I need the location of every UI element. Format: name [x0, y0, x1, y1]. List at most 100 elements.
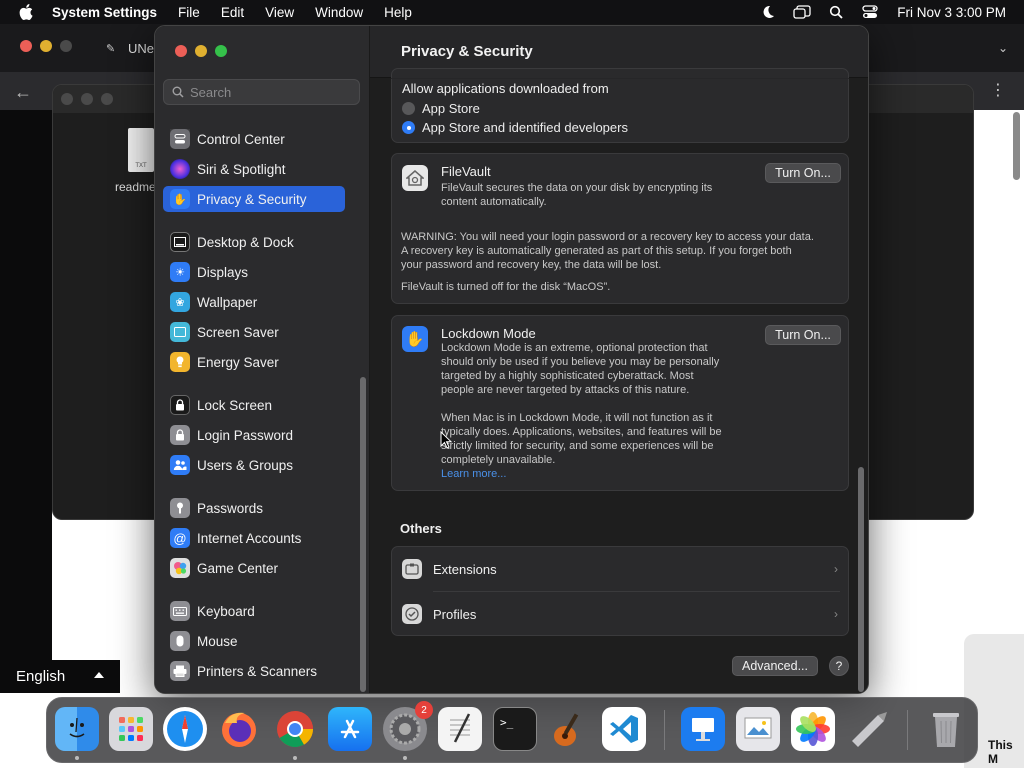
others-section-title: Others	[400, 521, 442, 536]
radio-on-icon[interactable]	[402, 121, 415, 134]
search-input[interactable]	[190, 84, 350, 100]
energy-saver-icon	[170, 352, 190, 372]
sidebar-item-label: Energy Saver	[197, 354, 279, 370]
menu-file[interactable]: File	[178, 5, 200, 20]
sidebar-item-passwords[interactable]: Passwords	[163, 495, 345, 521]
dark-mode-icon[interactable]	[759, 3, 777, 21]
sidebar-item-siri-spotlight[interactable]: Siri & Spotlight	[163, 156, 345, 182]
mouse-icon	[170, 631, 190, 651]
finder-close-button[interactable]	[61, 93, 73, 105]
allow-apps-label: Allow applications downloaded from	[402, 81, 609, 96]
menu-edit[interactable]: Edit	[221, 5, 244, 20]
sidebar-item-label: Wallpaper	[197, 294, 258, 310]
sidebar-item-internet-accounts[interactable]: @ Internet Accounts	[163, 525, 345, 551]
dock-terminal-icon[interactable]: >_	[493, 707, 537, 751]
tab-search-chevron-icon[interactable]: ⌄	[998, 41, 1008, 55]
sidebar-item-energy-saver[interactable]: Energy Saver	[163, 349, 345, 375]
menu-clock[interactable]: Fri Nov 3 3:00 PM	[897, 5, 1006, 20]
filevault-house-icon	[402, 165, 428, 191]
sidebar-item-wallpaper[interactable]: ❀ Wallpaper	[163, 289, 345, 315]
dock-system-settings-icon[interactable]: 2	[383, 701, 433, 751]
menu-help[interactable]: Help	[384, 5, 412, 20]
dock-textedit-icon[interactable]	[438, 707, 482, 751]
mouse-cursor-icon	[440, 430, 453, 452]
settings-badge: 2	[415, 701, 433, 719]
radio-off-icon[interactable]	[402, 102, 415, 115]
sidebar-item-login-password[interactable]: Login Password	[163, 422, 345, 448]
file-label[interactable]: readme	[115, 180, 156, 194]
back-arrow-icon[interactable]: ←	[14, 82, 32, 103]
profiles-row[interactable]: Profiles ›	[392, 592, 848, 636]
dock-finder-icon[interactable]	[55, 707, 99, 751]
window-zoom-button[interactable]	[215, 45, 227, 57]
dock-icon	[170, 232, 190, 252]
dock-trash-icon[interactable]	[924, 707, 968, 751]
menu-window[interactable]: Window	[315, 5, 363, 20]
sidebar-item-game-center[interactable]: Game Center	[163, 555, 345, 581]
browser-minimize-button[interactable]	[40, 40, 52, 52]
dock-safari-icon[interactable]	[163, 707, 207, 751]
sidebar-item-screen-saver[interactable]: Screen Saver	[163, 319, 345, 345]
game-center-icon	[170, 558, 190, 578]
dock-launchpad-icon[interactable]	[109, 707, 153, 751]
dock-photos-icon[interactable]	[791, 707, 835, 751]
sidebar-item-label: Displays	[197, 264, 249, 280]
browser-tab-title[interactable]: UNe	[128, 41, 154, 56]
lockdown-desc-line6: typically does. Applications, websites, …	[441, 426, 722, 438]
sidebar-scrollbar[interactable]	[360, 377, 366, 692]
dock-migration-assistant-icon[interactable]	[846, 707, 890, 751]
menu-app-name[interactable]: System Settings	[52, 5, 157, 20]
menu-view[interactable]: View	[265, 5, 294, 20]
browser-zoom-button[interactable]	[60, 40, 72, 52]
spotlight-search-icon[interactable]	[827, 3, 845, 21]
profiles-checkmark-icon	[402, 604, 422, 624]
browser-close-button[interactable]	[20, 40, 32, 52]
sidebar-item-label: Screen Saver	[197, 324, 279, 340]
browser-menu-icon[interactable]: ⋮	[990, 80, 1006, 100]
sidebar-item-mouse[interactable]: Mouse	[163, 628, 345, 654]
sidebar-item-desktop-dock[interactable]: Desktop & Dock	[163, 229, 345, 255]
sidebar-item-displays[interactable]: ☀ Displays	[163, 259, 345, 285]
dock-vscode-icon[interactable]	[602, 707, 646, 751]
control-center-menu-icon[interactable]	[861, 3, 879, 21]
window-switcher-icon[interactable]	[793, 3, 811, 21]
sidebar-item-users-groups[interactable]: Users & Groups	[163, 452, 345, 478]
finder-zoom-button[interactable]	[101, 93, 113, 105]
sidebar-item-label: Desktop & Dock	[197, 234, 294, 250]
sidebar-item-keyboard[interactable]: Keyboard	[163, 598, 345, 624]
window-minimize-button[interactable]	[195, 45, 207, 57]
browser-scrollbar[interactable]	[1013, 112, 1020, 180]
lockdown-desc-line3: targeted by a highly sophisticated cyber…	[441, 370, 694, 382]
browser-content-dark-strip	[0, 110, 52, 666]
help-button[interactable]: ?	[829, 656, 849, 676]
dock-app-store-icon[interactable]	[328, 707, 372, 751]
radio-app-store-identified[interactable]: App Store and identified developers	[402, 120, 628, 135]
dock-keynote-icon[interactable]	[681, 707, 725, 751]
dock-preview-icon[interactable]	[736, 707, 780, 751]
settings-search[interactable]	[163, 79, 360, 105]
dock-garageband-icon[interactable]	[547, 707, 591, 751]
window-close-button[interactable]	[175, 45, 187, 57]
finder-minimize-button[interactable]	[81, 93, 93, 105]
extensions-row[interactable]: Extensions ›	[392, 547, 848, 591]
lockdown-turn-on-button[interactable]: Turn On...	[765, 325, 841, 345]
text-file-icon[interactable]: TXT	[128, 128, 154, 172]
keyboard-icon	[170, 601, 190, 621]
dock: 2 >_	[46, 697, 978, 763]
sidebar-item-lock-screen[interactable]: Lock Screen	[163, 392, 345, 418]
learn-more-link[interactable]: Learn more...	[441, 467, 506, 481]
radio-app-store[interactable]: App Store	[402, 101, 480, 116]
dock-chrome-icon[interactable]	[273, 707, 317, 751]
dock-firefox-icon[interactable]	[217, 707, 261, 751]
apple-menu-icon[interactable]	[17, 3, 35, 21]
main-scrollbar[interactable]	[858, 467, 864, 692]
input-language-indicator[interactable]: English	[0, 660, 120, 693]
sidebar-item-privacy-security[interactable]: ✋ Privacy & Security	[163, 186, 345, 212]
advanced-button[interactable]: Advanced...	[732, 656, 818, 676]
filevault-turn-on-button[interactable]: Turn On...	[765, 163, 841, 183]
settings-sidebar: Control Center Siri & Spotlight ✋ Privac…	[155, 26, 370, 693]
dock-running-dot	[75, 756, 79, 760]
sidebar-item-control-center[interactable]: Control Center	[163, 126, 345, 152]
filevault-desc-line2: content automatically.	[441, 196, 547, 208]
sidebar-item-printers-scanners[interactable]: Printers & Scanners	[163, 658, 345, 684]
